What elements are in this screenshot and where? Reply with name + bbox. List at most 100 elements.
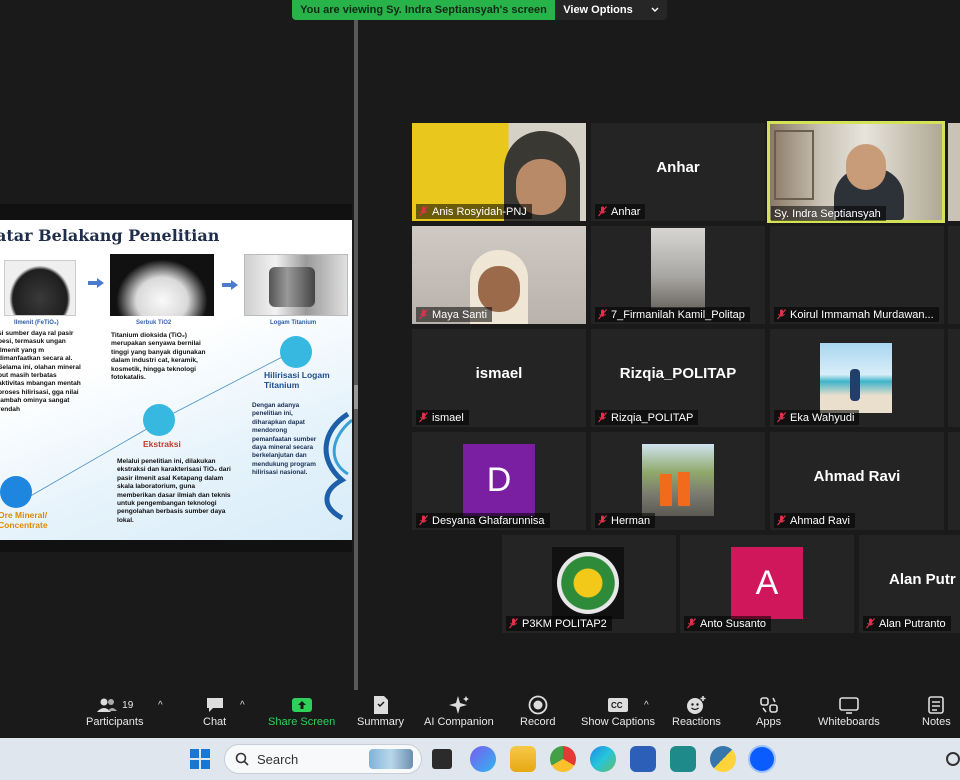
participant-name-display: Anhar — [656, 159, 700, 176]
python-icon[interactable] — [710, 746, 736, 772]
captions-icon: CC — [608, 698, 628, 712]
taskbar-search[interactable]: Search — [224, 744, 422, 774]
task-view-icon[interactable] — [432, 749, 452, 769]
hilirisasi-heading: Hilirisasi Logam Titanium — [264, 370, 330, 390]
ai-sparkle-icon — [448, 696, 469, 714]
hilirisasi-circle — [280, 336, 312, 368]
mic-muted-icon — [777, 412, 786, 423]
captions-caret-icon[interactable]: ^ — [644, 700, 649, 711]
participant-tile-partial[interactable] — [948, 123, 960, 221]
participant-label: Anis Rosyidah-PNJ — [416, 204, 532, 219]
mic-muted-icon — [777, 309, 786, 320]
logo-image — [552, 547, 624, 619]
reactions-icon — [687, 696, 706, 714]
participant-tile[interactable]: Alan Putr Alan Putranto — [859, 535, 960, 633]
participant-label: Anhar — [595, 204, 646, 219]
mic-muted-icon — [419, 309, 428, 320]
chat-caret-icon[interactable]: ^ — [240, 700, 245, 711]
chat-icon — [206, 698, 223, 712]
ore-heading: Ore Mineral/ Concentrate — [0, 510, 48, 530]
participant-tile[interactable]: Herman — [591, 432, 765, 530]
view-options-button[interactable]: View Options — [555, 0, 667, 20]
notes-button[interactable]: Notes — [922, 694, 951, 728]
viewing-banner-text: You are viewing Sy. Indra Septiansyah's … — [292, 0, 555, 20]
store-icon[interactable] — [630, 746, 656, 772]
participant-label: Rizqia_POLITAP — [595, 410, 699, 425]
avatar: D — [463, 444, 535, 516]
file-explorer-icon[interactable] — [510, 746, 536, 772]
chevron-down-icon — [651, 4, 659, 16]
participants-caret-icon[interactable]: ^ — [158, 700, 163, 711]
mic-muted-icon — [777, 515, 786, 526]
participants-icon — [97, 698, 118, 712]
participant-label: Maya Santi — [416, 307, 493, 322]
svg-text:CC: CC — [611, 701, 623, 710]
participant-name-display: Alan Putr — [889, 571, 956, 588]
participant-label: Alan Putranto — [863, 616, 951, 631]
participant-tile-partial[interactable] — [948, 432, 960, 530]
mic-muted-icon — [598, 206, 607, 217]
participant-tile[interactable]: A Anto Susanto — [680, 535, 854, 633]
shared-slide: atar Belakang Penelitian Ilmenit (FeTiO₃… — [0, 204, 352, 552]
divider-grip[interactable] — [354, 385, 358, 409]
participant-tile[interactable]: Koirul Immamah Murdawan... — [770, 226, 944, 324]
participant-label: Anto Susanto — [684, 616, 772, 631]
top-bar: You are viewing Sy. Indra Septiansyah's … — [0, 0, 960, 20]
search-icon — [235, 752, 249, 766]
summary-button[interactable]: Summary — [357, 694, 404, 728]
participant-tile[interactable]: P3KM POLITAP2 — [502, 535, 676, 633]
mic-muted-icon — [598, 309, 607, 320]
participant-tile[interactable]: D Desyana Ghafarunnisa — [412, 432, 586, 530]
participant-tile-partial[interactable] — [948, 226, 960, 324]
windows-start-icon[interactable] — [190, 749, 210, 769]
edge-icon[interactable] — [590, 746, 616, 772]
participant-tile[interactable]: Anhar Anhar — [591, 123, 765, 221]
participant-label: 7_Firmanilah Kamil_Politap — [595, 307, 750, 322]
mic-muted-icon — [598, 515, 607, 526]
copilot-icon[interactable] — [470, 746, 496, 772]
participant-label: ismael — [416, 410, 469, 425]
share-screen-icon — [291, 698, 312, 712]
participant-tile[interactable]: 7_Firmanilah Kamil_Politap — [591, 226, 765, 324]
search-highlight-image — [369, 749, 413, 769]
ekstraksi-heading: Ekstraksi — [143, 439, 181, 449]
chrome-icon[interactable] — [550, 746, 576, 772]
participant-name-display: Rizqia_POLITAP — [619, 365, 737, 382]
app-icon[interactable] — [670, 746, 696, 772]
share-screen-button[interactable]: Share Screen — [268, 694, 335, 728]
whiteboards-button[interactable]: Whiteboards — [818, 694, 880, 728]
record-button[interactable]: Record — [520, 694, 555, 728]
ore-circle — [0, 476, 32, 508]
apps-icon — [759, 697, 778, 713]
profile-photo — [642, 444, 714, 516]
system-tray-icon[interactable] — [946, 752, 960, 766]
record-icon — [528, 695, 548, 715]
video-feed — [651, 228, 705, 308]
avatar: A — [731, 547, 803, 619]
participant-tile-active-speaker[interactable]: Sy. Indra Septiansyah — [767, 121, 945, 223]
notes-icon — [928, 696, 945, 714]
participant-tile[interactable]: Ahmad Ravi Ahmad Ravi — [770, 432, 944, 530]
whiteboard-icon — [839, 697, 859, 714]
participant-label: Koirul Immamah Murdawan... — [774, 307, 939, 322]
ai-companion-button[interactable]: AI Companion — [424, 694, 494, 728]
participant-tile-partial[interactable] — [948, 329, 960, 427]
participant-name-display: Ahmad Ravi — [813, 468, 901, 485]
reactions-button[interactable]: Reactions — [672, 694, 721, 728]
chat-button[interactable]: Chat — [203, 694, 226, 728]
pane-divider[interactable] — [354, 20, 358, 690]
participants-button[interactable]: 19 Participants — [86, 694, 143, 728]
participant-tile[interactable]: Eka Wahyudi — [770, 329, 944, 427]
participant-label: P3KM POLITAP2 — [506, 616, 612, 631]
profile-photo — [820, 343, 892, 413]
participant-label: Herman — [595, 513, 656, 528]
zoom-app-icon[interactable] — [748, 745, 776, 773]
participant-tile[interactable]: ismael ismael — [412, 329, 586, 427]
mic-muted-icon — [687, 618, 696, 629]
participant-tile[interactable]: Maya Santi — [412, 226, 586, 324]
apps-button[interactable]: Apps — [756, 694, 781, 728]
participant-tile[interactable]: Rizqia_POLITAP Rizqia_POLITAP — [591, 329, 765, 427]
mic-muted-icon — [509, 618, 518, 629]
participant-tile[interactable]: Anis Rosyidah-PNJ — [412, 123, 586, 221]
mic-muted-icon — [598, 412, 607, 423]
